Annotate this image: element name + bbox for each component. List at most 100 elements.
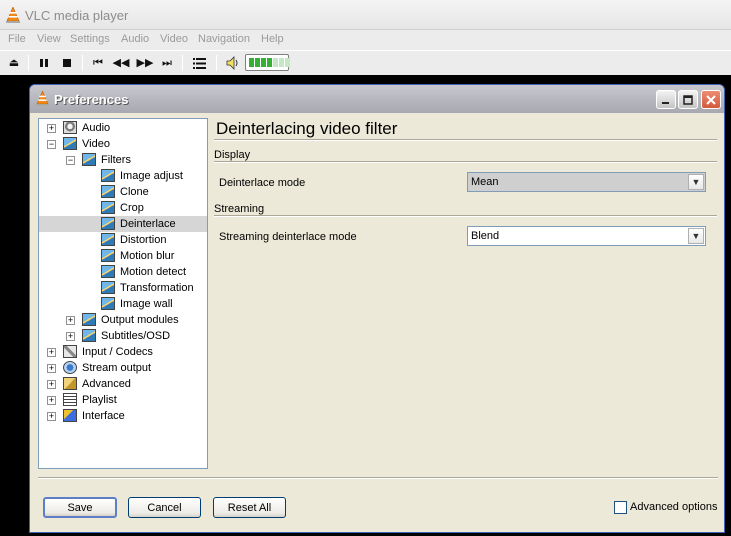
next-icon[interactable]: ⏭ <box>160 56 174 70</box>
vlc-window-title: VLC media player <box>25 8 129 23</box>
tree-item-label: Distortion <box>120 234 167 246</box>
expand-icon[interactable]: + <box>47 380 56 389</box>
tree-item[interactable]: Image adjust <box>39 168 207 184</box>
volume-segment <box>267 58 272 67</box>
filter-icon <box>101 249 115 262</box>
slower-icon[interactable]: ◀◀ <box>113 56 130 70</box>
filter-icon <box>82 313 96 326</box>
tree-item-label: Output modules <box>101 314 179 326</box>
maximize-icon <box>683 94 693 105</box>
tree-item-label: Audio <box>82 122 111 134</box>
input-icon <box>63 345 77 358</box>
tree-item[interactable]: Deinterlace <box>39 216 207 232</box>
deinterlace-mode-select[interactable]: Mean ▼ <box>467 172 706 192</box>
filter-icon <box>101 233 115 246</box>
tree-item[interactable]: + Input / Codecs <box>39 344 207 360</box>
preferences-title-bar[interactable]: Preferences <box>30 85 724 113</box>
expand-icon[interactable]: + <box>47 124 56 133</box>
menu-bar: File View Settings Audio Video Navigatio… <box>0 30 731 50</box>
filter-icon <box>82 329 96 342</box>
toolbar-separator <box>28 55 29 71</box>
menu-video[interactable]: Video <box>160 33 188 45</box>
playback-toolbar: ⏏ ⏮ ◀◀ ▶▶ ⏭ <box>0 50 731 75</box>
tree-item[interactable]: + Audio <box>39 120 207 136</box>
tree-item[interactable]: Image wall <box>39 296 207 312</box>
tree-item[interactable]: + Subtitles/OSD <box>39 328 207 344</box>
volume-slider[interactable] <box>245 54 290 71</box>
chevron-down-icon[interactable]: ▼ <box>688 174 704 190</box>
volume-segment <box>285 58 290 67</box>
menu-view[interactable]: View <box>37 33 61 45</box>
audio-icon <box>63 121 77 134</box>
cancel-button[interactable]: Cancel <box>128 497 201 518</box>
filter-icon <box>101 185 115 198</box>
faster-icon[interactable]: ▶▶ <box>137 56 154 70</box>
playlist-icon[interactable] <box>192 56 206 70</box>
collapse-icon[interactable]: − <box>47 140 56 149</box>
preferences-tree[interactable]: + Audio − Video − Filters Image adjust Clone Cro… <box>38 118 208 469</box>
preferences-title: Preferences <box>54 92 129 107</box>
streaming-mode-select[interactable]: Blend ▼ <box>467 226 706 246</box>
minimize-icon <box>662 101 669 104</box>
volume-segment <box>273 58 278 67</box>
eject-icon[interactable]: ⏏ <box>7 56 21 70</box>
menu-navigation[interactable]: Navigation <box>198 33 250 45</box>
save-button[interactable]: Save <box>43 497 117 518</box>
tree-item[interactable]: Distortion <box>39 232 207 248</box>
speaker-icon[interactable] <box>226 56 240 70</box>
section-display: Display <box>214 149 251 161</box>
menu-audio[interactable]: Audio <box>121 33 149 45</box>
deinterlace-mode-label: Deinterlace mode <box>219 177 306 189</box>
expand-icon[interactable]: + <box>47 412 56 421</box>
maximize-button[interactable] <box>678 90 698 109</box>
tree-item[interactable]: + Output modules <box>39 312 207 328</box>
reset-all-button[interactable]: Reset All <box>213 497 286 518</box>
tree-item[interactable]: + Playlist <box>39 392 207 408</box>
tree-item-label: Deinterlace <box>120 218 176 230</box>
chevron-down-icon[interactable]: ▼ <box>688 228 704 244</box>
tree-item-label: Interface <box>82 410 125 422</box>
menu-settings[interactable]: Settings <box>70 33 110 45</box>
section-streaming: Streaming <box>214 203 265 215</box>
vlc-cone-icon <box>36 91 49 106</box>
menu-help[interactable]: Help <box>261 33 284 45</box>
tree-item[interactable]: Crop <box>39 200 207 216</box>
expand-icon[interactable]: + <box>47 348 56 357</box>
tree-item[interactable]: + Stream output <box>39 360 207 376</box>
tree-item-label: Clone <box>120 186 149 198</box>
vlc-title-bar[interactable]: VLC media player <box>0 0 731 30</box>
section-divider <box>214 215 717 217</box>
filter-icon <box>101 281 115 294</box>
volume-segment <box>255 58 260 67</box>
advanced-options-label: Advanced options <box>630 501 718 513</box>
tree-item[interactable]: − Video <box>39 136 207 152</box>
tree-item[interactable]: Motion blur <box>39 248 207 264</box>
bottom-divider <box>38 477 718 479</box>
streaming-mode-label: Streaming deinterlace mode <box>219 231 357 243</box>
deinterlace-mode-value: Mean <box>471 176 499 188</box>
tree-item[interactable]: + Advanced <box>39 376 207 392</box>
tree-item[interactable]: + Interface <box>39 408 207 424</box>
tree-item-label: Image wall <box>120 298 173 310</box>
close-button[interactable] <box>701 90 721 109</box>
tree-item-label: Motion detect <box>120 266 187 278</box>
expand-icon[interactable]: + <box>66 316 75 325</box>
tree-item[interactable]: Clone <box>39 184 207 200</box>
tree-item[interactable]: Motion detect <box>39 264 207 280</box>
tree-item[interactable]: Transformation <box>39 280 207 296</box>
title-divider <box>214 139 717 141</box>
pause-icon[interactable] <box>37 56 51 70</box>
menu-file[interactable]: File <box>8 33 26 45</box>
tree-item-label: Motion blur <box>120 250 175 262</box>
advanced-options-checkbox[interactable] <box>614 501 627 514</box>
expand-icon[interactable]: + <box>47 396 56 405</box>
collapse-icon[interactable]: − <box>66 156 75 165</box>
expand-icon[interactable]: + <box>66 332 75 341</box>
minimize-button[interactable] <box>656 90 676 109</box>
tree-item-label: Stream output <box>82 362 152 374</box>
filter-icon <box>101 169 115 182</box>
previous-icon[interactable]: ⏮ <box>91 56 105 70</box>
stop-icon[interactable] <box>60 56 74 70</box>
expand-icon[interactable]: + <box>47 364 56 373</box>
tree-item[interactable]: − Filters <box>39 152 207 168</box>
